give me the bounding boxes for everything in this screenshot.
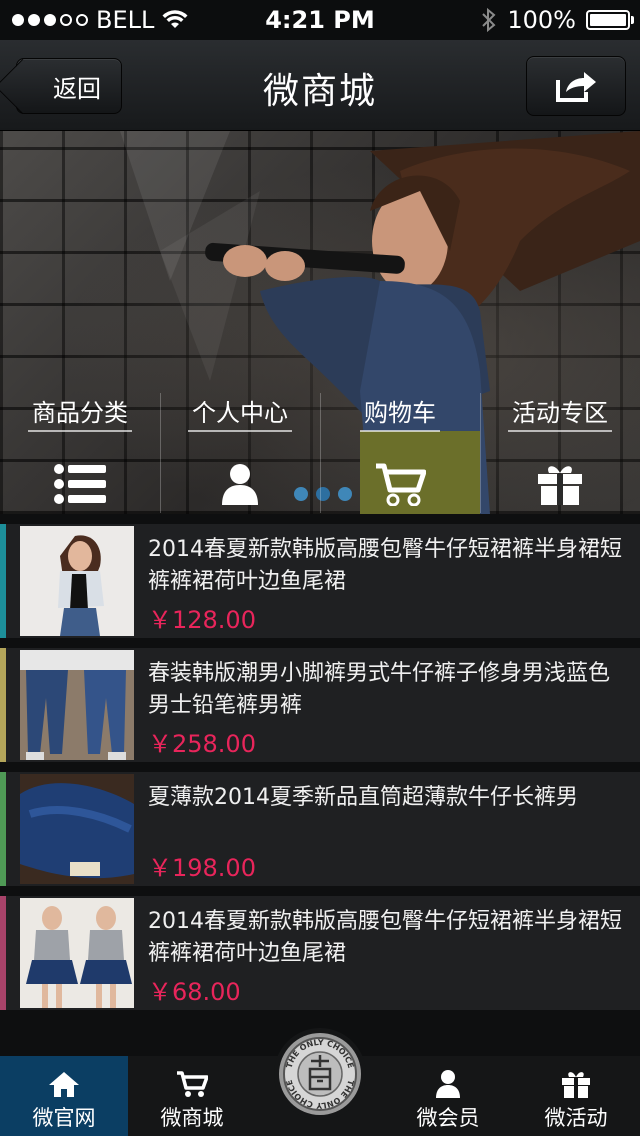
product-item[interactable]: 2014春夏新款韩版高腰包臀牛仔短裙裤半身裙短裤裤裙荷叶边鱼尾裙 ￥128.00: [0, 524, 640, 638]
product-item[interactable]: 2014春夏新款韩版高腰包臀牛仔短裙裤半身裙短裤裤裙荷叶边鱼尾裙 ￥68.00: [0, 896, 640, 1010]
product-price: ￥128.00: [148, 606, 256, 634]
accent-bar: [0, 524, 6, 638]
user-icon[interactable]: [160, 455, 320, 513]
cart-icon: [177, 1071, 208, 1097]
quick-menu-icons: [0, 455, 640, 513]
product-thumbnail[interactable]: [20, 774, 134, 884]
battery-level: [590, 14, 626, 26]
product-thumbnail[interactable]: [20, 898, 134, 1008]
tab-label: 微活动: [544, 1106, 608, 1130]
share-icon: [556, 72, 596, 102]
share-button[interactable]: [526, 56, 626, 116]
product-price: ￥68.00: [148, 978, 241, 1006]
quick-menu-item[interactable]: 购物车: [320, 393, 480, 437]
quick-menu-label: 商品分类: [28, 393, 132, 432]
product-title[interactable]: 春装韩版潮男小脚裤男式牛仔裤子修身男浅蓝色男士铅笔裤男裤: [148, 658, 628, 722]
product-thumbnail[interactable]: [20, 526, 134, 636]
tab-label: 微会员: [416, 1106, 480, 1130]
gift-icon[interactable]: [480, 455, 640, 513]
product-item[interactable]: 春装韩版潮男小脚裤男式牛仔裤子修身男浅蓝色男士铅笔裤男裤 ￥258.00: [0, 648, 640, 762]
accent-bar: [0, 772, 6, 886]
tab-activity[interactable]: 微活动: [512, 1056, 640, 1136]
product-price: ￥198.00: [148, 854, 256, 882]
quick-menu-item[interactable]: 个人中心: [160, 393, 320, 437]
center-logo-button[interactable]: THE ONLY CHOICE THE ONLY CHOICE: [274, 1028, 366, 1120]
cart-icon[interactable]: [320, 455, 480, 513]
home-icon: [49, 1072, 79, 1097]
product-title[interactable]: 2014春夏新款韩版高腰包臀牛仔短裙裤半身裙短裤裤裙荷叶边鱼尾裙: [148, 534, 628, 598]
battery-percent: 100%: [507, 6, 576, 34]
tab-label: 微官网: [32, 1106, 96, 1130]
product-thumbnail[interactable]: [20, 650, 134, 760]
status-bar: BELL 4:21 PM 100%: [0, 0, 640, 40]
brand-logo: THE ONLY CHOICE THE ONLY CHOICE: [279, 1033, 361, 1115]
product-price: ￥258.00: [148, 730, 256, 758]
list-icon[interactable]: [0, 455, 160, 513]
user-icon: [436, 1070, 460, 1098]
product-list: 2014春夏新款韩版高腰包臀牛仔短裙裤半身裙短裤裤裙荷叶边鱼尾裙 ￥128.00…: [0, 524, 640, 1020]
accent-bar: [0, 648, 6, 762]
quick-menu-label: 个人中心: [188, 393, 292, 432]
gift-icon: [562, 1072, 590, 1098]
quick-menu-item[interactable]: 商品分类: [0, 393, 160, 437]
product-title[interactable]: 夏薄款2014夏季新品直筒超薄款牛仔长裤男: [148, 782, 628, 814]
navigation-bar: 返回 微商城: [0, 40, 640, 131]
tab-label: 微商城: [160, 1106, 224, 1130]
quick-menu-label: 购物车: [360, 393, 440, 432]
tab-mall[interactable]: 微商城: [128, 1056, 256, 1136]
bluetooth-icon: [482, 7, 496, 33]
accent-bar: [0, 896, 6, 1010]
tab-official-site[interactable]: 微官网: [0, 1056, 128, 1136]
product-title[interactable]: 2014春夏新款韩版高腰包臀牛仔短裙裤半身裙短裤裤裙荷叶边鱼尾裙: [148, 906, 628, 970]
product-item[interactable]: 夏薄款2014夏季新品直筒超薄款牛仔长裤男 ￥198.00: [0, 772, 640, 886]
quick-menu-label: 活动专区: [508, 393, 612, 432]
quick-menu-item[interactable]: 活动专区: [480, 393, 640, 437]
battery-icon: [586, 10, 634, 30]
tab-member[interactable]: 微会员: [384, 1056, 512, 1136]
